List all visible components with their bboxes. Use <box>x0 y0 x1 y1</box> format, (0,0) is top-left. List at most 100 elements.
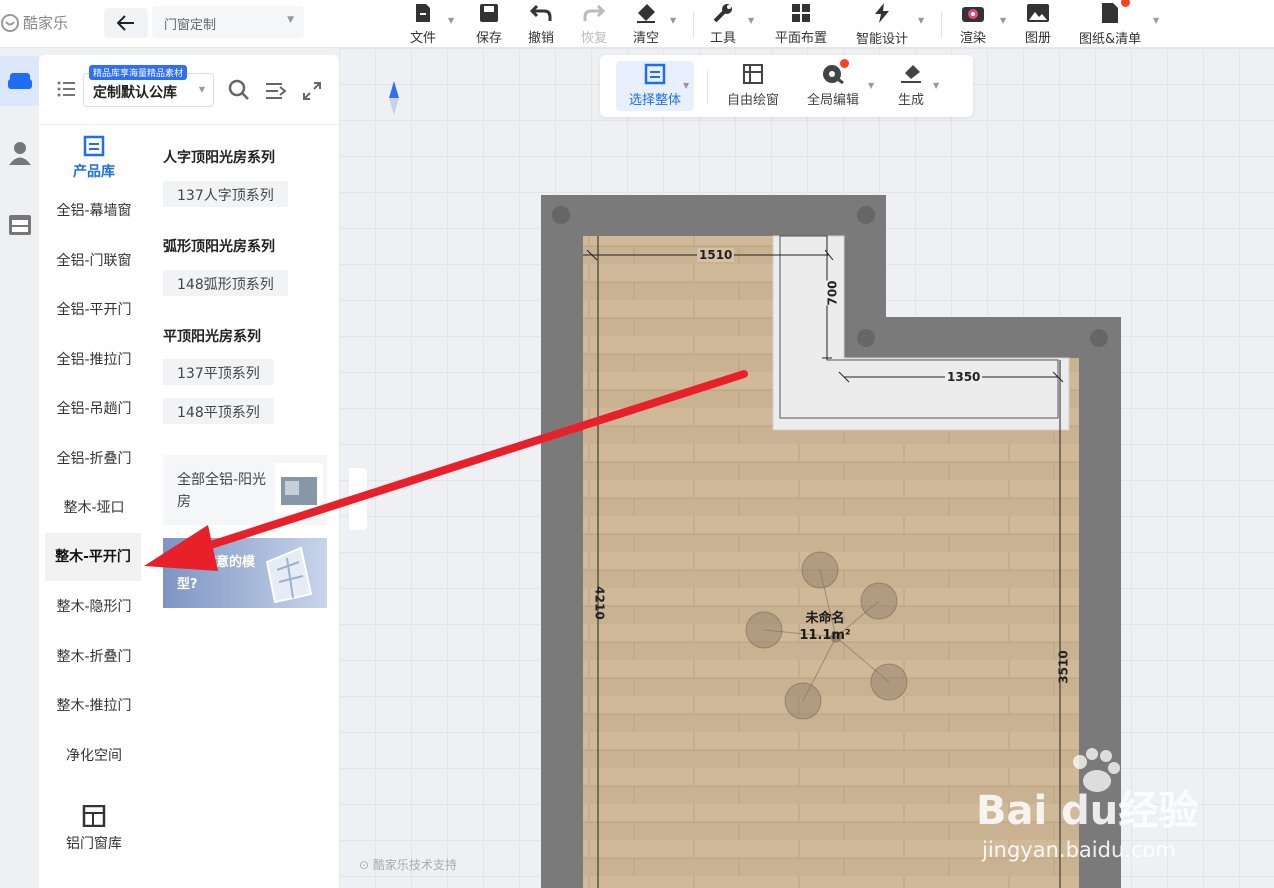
category-item[interactable]: 整木-隐形门 <box>39 596 149 616</box>
series-chip[interactable]: 137平顶系列 <box>163 359 274 385</box>
cabinet-icon <box>8 215 31 235</box>
category-item[interactable]: 全铝-推拉门 <box>39 349 149 369</box>
sofa-icon <box>7 73 32 89</box>
dimension-top[interactable]: 1510 <box>697 248 735 262</box>
category-item[interactable]: 整木-垭口 <box>39 497 149 517</box>
file-caret-icon[interactable]: ▼ <box>448 16 454 25</box>
category-item[interactable]: 全铝-平开门 <box>39 299 149 319</box>
lightning-icon <box>875 3 889 23</box>
room-label[interactable]: 未命名 11.1m² <box>765 610 885 644</box>
file-icon <box>416 4 430 22</box>
list-icon[interactable] <box>57 81 75 97</box>
tools-caret-icon[interactable]: ▼ <box>748 16 754 25</box>
save-icon <box>480 4 498 22</box>
global-edit-label: 全局编辑 <box>806 93 859 108</box>
nav-user[interactable] <box>0 128 39 178</box>
generate-caret-icon[interactable]: ▼ <box>933 81 939 90</box>
baidu-watermark: Bai du经验 jingyan.baidu.com <box>976 748 1266 878</box>
save-button[interactable]: 保存 <box>476 2 502 46</box>
tab-product-library[interactable]: 产品库 <box>39 135 149 205</box>
user-icon <box>8 142 31 165</box>
dimension-left[interactable]: 4210 <box>593 586 607 619</box>
category-item[interactable]: 全铝-吊趟门 <box>39 398 149 418</box>
clear-caret-icon[interactable]: ▼ <box>670 16 676 25</box>
category-item[interactable]: 整木-折叠门 <box>39 646 149 666</box>
dimension-right[interactable]: 3510 <box>1057 650 1071 683</box>
dimension-notch-horizontal[interactable]: 1350 <box>945 370 983 384</box>
mode-select[interactable]: 门窗定制 ▼ <box>152 6 304 38</box>
promo-card[interactable]: 没有满意的模型? <box>163 538 327 608</box>
generate-label: 生成 <box>897 93 924 108</box>
app-logo[interactable]: 酷家乐 <box>0 12 68 33</box>
product-library-label: 产品库 <box>73 164 115 180</box>
global-edit-button[interactable]: 全局编辑 <box>804 61 862 111</box>
drawings-caret-icon[interactable]: ▼ <box>1153 16 1159 25</box>
file-label: 文件 <box>410 31 437 46</box>
series-chip[interactable]: 148弧形顶系列 <box>163 270 288 296</box>
arrow-left-icon <box>117 15 134 31</box>
nav-cabinet[interactable] <box>0 200 39 250</box>
document-icon <box>1102 3 1119 23</box>
select-caret-icon[interactable]: ▼ <box>683 81 689 90</box>
panel-collapse-handle[interactable] <box>349 468 367 530</box>
nav-furniture[interactable] <box>0 56 39 106</box>
smart-design-caret-icon[interactable]: ▼ <box>918 16 924 25</box>
tech-support-label: 酷家乐技术支持 <box>372 858 457 872</box>
category-item[interactable]: 全铝-门联窗 <box>39 250 149 270</box>
category-item-active[interactable]: 整木-平开门 <box>45 532 141 581</box>
render-caret-icon[interactable]: ▼ <box>1000 16 1006 25</box>
redo-icon <box>583 4 605 21</box>
file-menu-button[interactable]: 文件 <box>410 2 436 46</box>
undo-label: 撤销 <box>528 31 555 46</box>
tech-support-text: ⊙ 酷家乐技术支持 <box>359 856 457 873</box>
camera-icon <box>962 7 984 22</box>
free-draw-button[interactable]: 自由绘窗 <box>724 61 782 111</box>
window-icon <box>265 546 313 604</box>
floor-plan-button[interactable]: 平面布置 <box>775 2 827 46</box>
promo-label: 没有满意的模型? <box>177 555 256 592</box>
global-edit-caret-icon[interactable]: ▼ <box>868 81 874 90</box>
drawings-list-label: 图纸&清单 <box>1079 32 1142 47</box>
brush-icon <box>901 65 921 83</box>
all-sunroom-card[interactable]: 全部全铝-阳光房 <box>163 455 327 525</box>
render-button[interactable]: 渲染 <box>960 2 986 46</box>
aluminum-library-tab[interactable]: 铝门窗库 <box>39 804 149 865</box>
undo-button[interactable]: 撤销 <box>528 2 554 46</box>
tools-label: 工具 <box>710 31 737 46</box>
premium-library-badge[interactable]: 精品库享海量精品素材 <box>89 65 188 80</box>
search-icon[interactable] <box>228 79 250 101</box>
series-chip[interactable]: 137人字顶系列 <box>163 181 288 207</box>
chevron-down-icon: ▼ <box>198 85 205 94</box>
all-sunroom-label: 全部全铝-阳光房 <box>177 472 267 510</box>
back-button[interactable] <box>104 8 148 38</box>
album-label: 图册 <box>1025 31 1052 46</box>
notification-dot <box>840 59 849 68</box>
redo-button[interactable]: 恢复 <box>581 2 607 46</box>
watermark-brand: Bai du经验 <box>976 788 1199 834</box>
category-item[interactable]: 全铝-幕墙窗 <box>39 200 149 220</box>
image-icon <box>1027 4 1049 22</box>
save-label: 保存 <box>476 31 503 46</box>
library-header: 定制默认公库 ▼ 精品库享海量精品素材 <box>39 55 339 125</box>
dimension-notch-vertical[interactable]: 700 <box>825 280 840 306</box>
series-group-title: 弧形顶阳光房系列 <box>163 239 275 255</box>
smart-design-button[interactable]: 智能设计 <box>856 2 908 47</box>
select-icon <box>644 63 666 85</box>
aluminum-library-label: 铝门窗库 <box>66 836 122 852</box>
category-item[interactable]: 全铝-折叠门 <box>39 448 149 468</box>
window-edit-toolbar: 选择整体 ▼ 自由绘窗 全局编辑 ▼ 生成 ▼ <box>600 55 973 117</box>
product-library-icon <box>83 135 105 157</box>
album-button[interactable]: 图册 <box>1025 2 1051 46</box>
tools-menu-button[interactable]: 工具 <box>710 2 736 46</box>
toolbar-divider <box>707 71 708 103</box>
redo-label: 恢复 <box>581 31 608 46</box>
drawings-list-button[interactable]: 图纸&清单 <box>1079 2 1142 47</box>
category-item[interactable]: 整木-推拉门 <box>39 695 149 715</box>
chevron-down-icon: ▼ <box>287 15 294 25</box>
generate-button[interactable]: 生成 <box>890 61 932 111</box>
expand-icon[interactable] <box>303 82 321 100</box>
clear-button[interactable]: 清空 <box>633 2 659 46</box>
series-chip[interactable]: 148平顶系列 <box>163 398 274 424</box>
category-item[interactable]: 净化空间 <box>39 745 149 765</box>
collapse-icon[interactable] <box>266 82 286 100</box>
